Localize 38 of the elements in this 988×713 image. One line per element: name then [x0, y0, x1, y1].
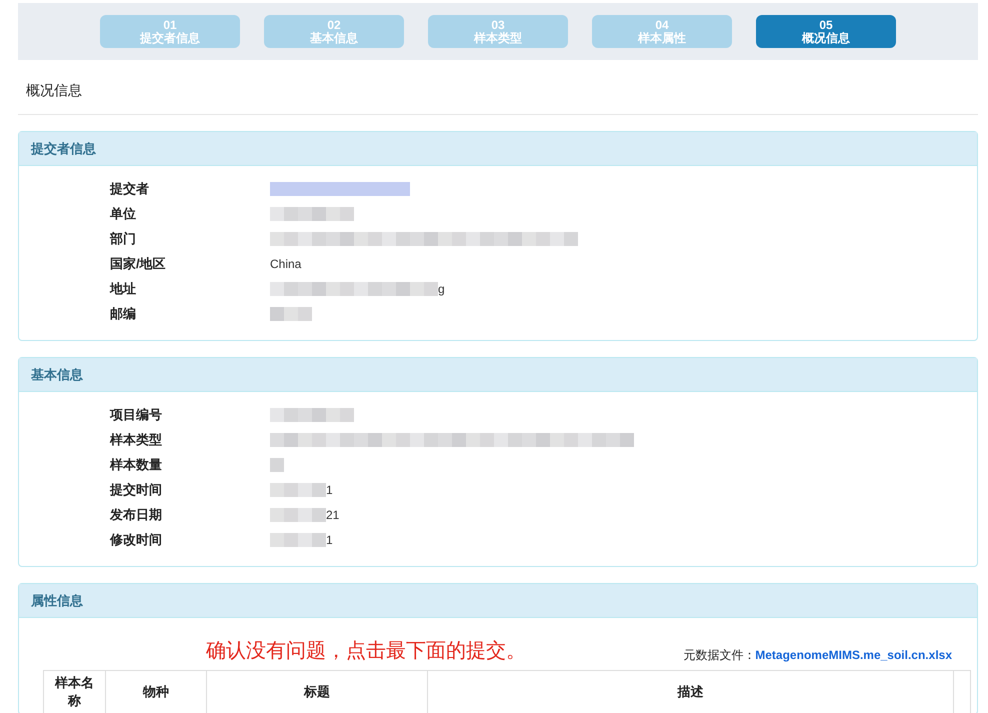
panel-title: 提交者信息: [31, 141, 96, 156]
field-label: 单位: [109, 204, 137, 222]
field-label: 提交者: [108, 180, 150, 198]
step-tab[interactable]: 01 提交者信息: [100, 15, 240, 48]
step-tab[interactable]: 02 基本信息: [264, 15, 404, 48]
step-tab[interactable]: 05 概况信息: [756, 15, 896, 48]
field-label: 样本数量: [108, 456, 163, 474]
field-label: 发布日期: [108, 506, 163, 524]
column-header: 物种: [106, 670, 206, 713]
column-header: 描述: [428, 670, 954, 713]
file-label: 元数据文件：: [683, 648, 756, 662]
field-value: g: [438, 282, 445, 296]
panel-title: 基本信息: [31, 367, 83, 382]
field-label: 修改时间: [108, 530, 163, 548]
field-label: 部门: [108, 230, 137, 248]
file-link[interactable]: MetagenomeMIMS.me_soil.cn.xlsx: [755, 648, 952, 662]
column-header: 样本名称: [44, 670, 106, 713]
blurred-value: [270, 532, 326, 546]
blurred-value: [270, 458, 284, 472]
field-label: 提交时间: [108, 480, 163, 498]
field-label: 样本类型: [108, 430, 163, 448]
field-value: 1: [326, 532, 333, 546]
field-label: 国家/地区: [109, 254, 167, 272]
blurred-value: [270, 508, 326, 522]
field-label: 地址: [108, 280, 137, 298]
step-tab[interactable]: 03 样本类型: [428, 15, 568, 48]
column-header: 标题: [206, 670, 428, 713]
field-value: 1: [326, 482, 333, 496]
page-title: 概况信息: [18, 60, 978, 115]
blurred-value: [270, 306, 312, 320]
instruction-note: 确认没有问题，点击最下面的提交。: [205, 639, 526, 664]
field-label: 邮编: [109, 304, 137, 322]
field-label: 项目编号: [108, 406, 163, 424]
field-value: China: [270, 256, 302, 270]
field-value: 21: [326, 508, 340, 522]
step-tab[interactable]: 04 样本属性: [592, 15, 732, 48]
panel-title: 属性信息: [31, 593, 83, 608]
blurred-value: [270, 482, 326, 496]
